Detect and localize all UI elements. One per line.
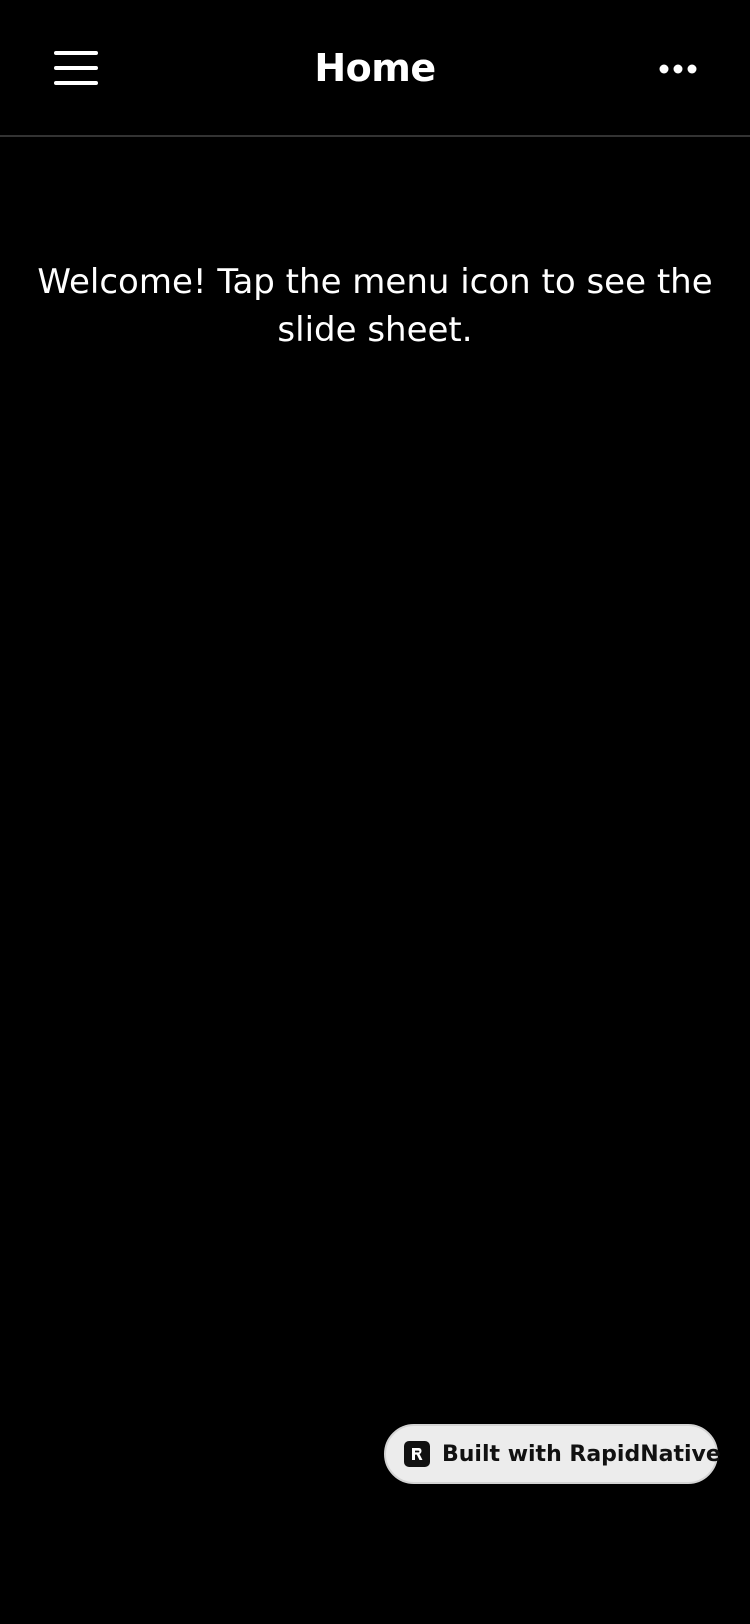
main-content: Welcome! Tap the menu icon to see the sl… (30, 258, 720, 354)
page-title: Home (314, 46, 436, 90)
more-options-button[interactable] (648, 42, 708, 94)
app-header: Home (0, 0, 750, 137)
built-with-badge[interactable]: Built with RapidNative (384, 1424, 721, 1484)
rapidnative-logo-icon (404, 1441, 430, 1467)
welcome-message: Welcome! Tap the menu icon to see the sl… (37, 262, 713, 350)
more-horizontal-icon (659, 59, 697, 78)
badge-label: Built with RapidNative (442, 1441, 721, 1467)
